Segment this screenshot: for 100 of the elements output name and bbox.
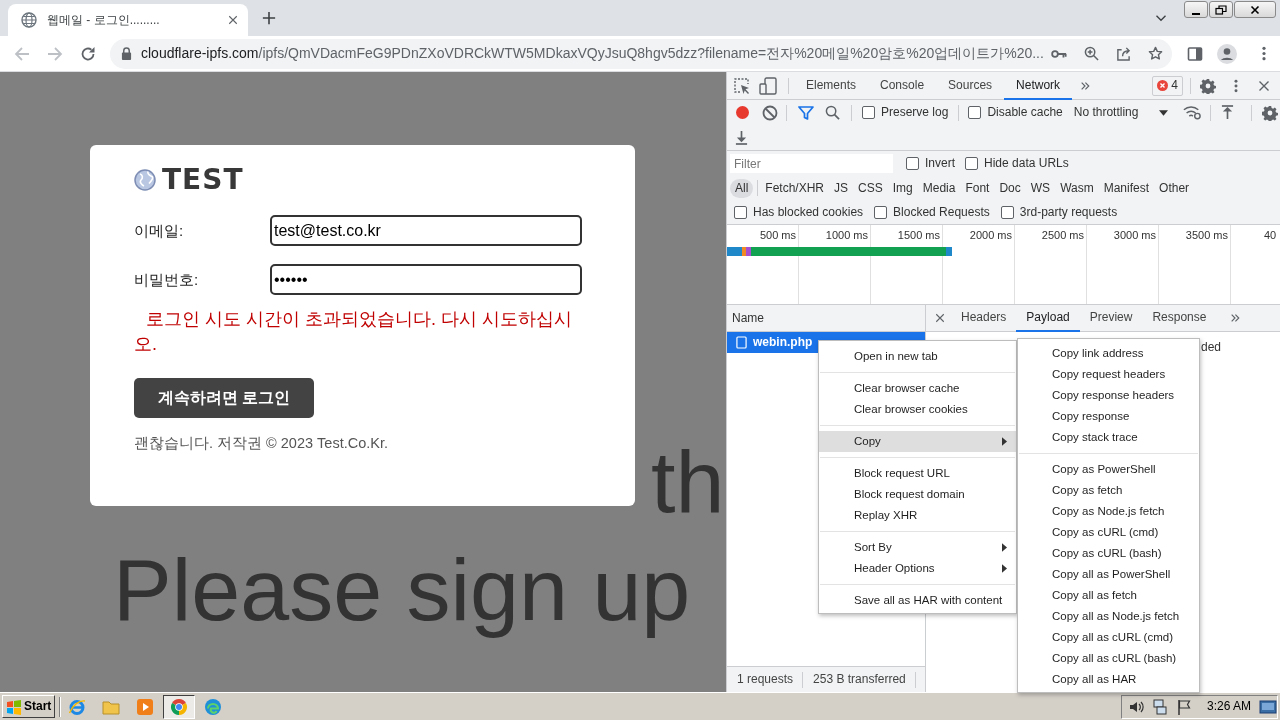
settings-icon[interactable] bbox=[1200, 77, 1216, 94]
menu-item[interactable]: Copy all as cURL (bash) bbox=[1018, 648, 1199, 669]
checkbox-label[interactable]: Hide data URLs bbox=[984, 156, 1069, 171]
checkbox-label[interactable]: Invert bbox=[925, 156, 955, 171]
menu-item[interactable]: Copy as cURL (bash) bbox=[1018, 543, 1199, 564]
checkbox-label[interactable]: 3rd-party requests bbox=[1019, 204, 1118, 220]
login-button[interactable]: 계속하려면 로그인 bbox=[134, 378, 314, 418]
menu-icon[interactable] bbox=[1262, 46, 1266, 61]
type-filter-button[interactable]: Media bbox=[917, 178, 961, 198]
type-filter-button[interactable]: Doc bbox=[994, 178, 1026, 198]
menu-item[interactable]: Copy all as fetch bbox=[1018, 585, 1199, 606]
devtools-tab[interactable]: Sources bbox=[936, 72, 1005, 100]
menu-icon[interactable] bbox=[1234, 78, 1238, 93]
network-icon[interactable] bbox=[1151, 698, 1168, 715]
chevron-down-icon[interactable] bbox=[1155, 14, 1167, 22]
start-button[interactable]: Start bbox=[2, 695, 55, 718]
menu-item[interactable]: Copy all as Node.js fetch bbox=[1018, 606, 1199, 627]
close-icon[interactable] bbox=[228, 15, 238, 25]
more-tabs-icon[interactable] bbox=[1080, 80, 1091, 91]
restore-button[interactable] bbox=[1209, 1, 1233, 18]
menu-item[interactable]: Copy as fetch bbox=[1018, 480, 1199, 501]
menu-item[interactable]: Sort By bbox=[819, 537, 1016, 558]
checkbox-label[interactable]: Disable cache bbox=[987, 105, 1063, 120]
new-tab-icon[interactable] bbox=[262, 11, 276, 25]
detail-tab[interactable]: Response bbox=[1142, 305, 1217, 332]
menu-item[interactable]: Save all as HAR with content bbox=[819, 590, 1016, 611]
menu-item[interactable]: Copy request headers bbox=[1018, 364, 1199, 385]
type-filter-button[interactable]: Font bbox=[960, 178, 995, 198]
menu-item[interactable]: Copy as cURL (cmd) bbox=[1018, 522, 1199, 543]
download-icon[interactable] bbox=[735, 130, 748, 145]
type-filter-button[interactable]: WS bbox=[1025, 178, 1056, 198]
close-icon[interactable] bbox=[1258, 79, 1270, 92]
type-filter-button[interactable]: Img bbox=[887, 178, 918, 198]
zoom-icon[interactable] bbox=[1084, 46, 1099, 61]
type-filter-button[interactable]: Wasm bbox=[1055, 178, 1099, 198]
checkbox[interactable] bbox=[862, 106, 875, 119]
type-filter-button[interactable]: CSS bbox=[853, 178, 888, 198]
menu-item[interactable]: Header Options bbox=[819, 558, 1016, 579]
inspect-icon[interactable] bbox=[733, 76, 751, 95]
menu-item[interactable]: Clear browser cache bbox=[819, 378, 1016, 399]
devtools-tab[interactable]: Elements bbox=[794, 72, 869, 100]
flag-icon[interactable] bbox=[1175, 698, 1192, 715]
menu-item[interactable]: Copy bbox=[819, 431, 1016, 452]
taskbar-button[interactable] bbox=[163, 694, 195, 719]
checkbox-label[interactable]: Preserve log bbox=[881, 105, 949, 120]
record-icon[interactable] bbox=[736, 106, 749, 119]
issues-button[interactable]: 4 bbox=[1152, 75, 1183, 96]
filter-icon[interactable] bbox=[798, 105, 814, 120]
device-toolbar-icon[interactable] bbox=[759, 76, 777, 95]
minimize-button[interactable] bbox=[1184, 1, 1208, 18]
menu-item[interactable]: Copy stack trace bbox=[1018, 427, 1199, 448]
close-icon[interactable] bbox=[935, 313, 945, 323]
menu-item[interactable]: Replay XHR bbox=[819, 505, 1016, 526]
more-tabs-icon[interactable] bbox=[1230, 313, 1241, 323]
menu-item[interactable]: Open in new tab bbox=[819, 346, 1016, 367]
checkbox[interactable] bbox=[874, 205, 888, 219]
type-filter-button[interactable]: Fetch/XHR bbox=[760, 178, 830, 198]
checkbox-label[interactable]: Blocked Requests bbox=[893, 204, 990, 220]
menu-item[interactable]: Clear browser cookies bbox=[819, 399, 1016, 420]
star-icon[interactable] bbox=[1148, 46, 1163, 61]
type-filter-button[interactable]: Manifest bbox=[1098, 178, 1155, 198]
checkbox-label[interactable]: Has blocked cookies bbox=[753, 204, 864, 220]
share-icon[interactable] bbox=[1116, 46, 1131, 61]
network-conditions-icon[interactable] bbox=[1182, 105, 1201, 120]
type-filter-button[interactable]: JS bbox=[829, 178, 854, 198]
settings-icon[interactable] bbox=[1261, 104, 1278, 121]
menu-item[interactable]: Copy all as cURL (cmd) bbox=[1018, 627, 1199, 648]
menu-item[interactable]: Copy response headers bbox=[1018, 385, 1199, 406]
menu-item[interactable]: Block request URL bbox=[819, 463, 1016, 484]
checkbox[interactable] bbox=[968, 106, 982, 119]
avatar-icon[interactable] bbox=[1217, 43, 1237, 64]
devtools-tab[interactable]: Console bbox=[868, 72, 937, 100]
checkbox[interactable] bbox=[965, 157, 978, 170]
menu-item[interactable]: Copy link address bbox=[1018, 343, 1199, 364]
checkbox[interactable] bbox=[734, 205, 747, 219]
type-filter-button[interactable]: All bbox=[730, 178, 754, 198]
browser-tab[interactable]: 웹메일 - 로그인......... bbox=[8, 4, 248, 36]
menu-item[interactable]: Copy as PowerShell bbox=[1018, 459, 1199, 480]
input-field[interactable]: test@test.co.kr bbox=[270, 215, 582, 246]
filter-field[interactable]: Filter bbox=[730, 154, 893, 173]
throttling-select[interactable]: No throttling bbox=[1070, 102, 1171, 123]
side-panel-icon[interactable] bbox=[1187, 45, 1203, 62]
type-filter-button[interactable]: Other bbox=[1154, 178, 1195, 198]
input-field[interactable]: •••••• bbox=[270, 264, 582, 295]
key-icon[interactable] bbox=[1051, 48, 1067, 59]
menu-item[interactable]: Copy all as PowerShell bbox=[1018, 564, 1199, 585]
menu-item[interactable]: Copy all as HAR bbox=[1018, 669, 1199, 690]
menu-item[interactable]: Copy as Node.js fetch bbox=[1018, 501, 1199, 522]
detail-tab[interactable]: Payload bbox=[1016, 305, 1080, 332]
detail-tab[interactable]: Headers bbox=[951, 305, 1017, 332]
close-button[interactable] bbox=[1234, 1, 1276, 18]
show-desktop-icon[interactable] bbox=[1259, 698, 1277, 715]
checkbox[interactable] bbox=[906, 157, 919, 170]
menu-item[interactable]: Block request domain bbox=[819, 484, 1016, 505]
search-icon[interactable] bbox=[825, 105, 840, 120]
menu-item[interactable]: Copy response bbox=[1018, 406, 1199, 427]
checkbox[interactable] bbox=[1000, 205, 1014, 219]
detail-tab[interactable]: Preview bbox=[1079, 305, 1143, 332]
address-bar[interactable]: cloudflare-ipfs.com/ipfs/QmVDacmFeG9PDnZXoVDRCkWTW5MDkaxVQyJsuQ8hgv5dzz?filename=전자%20메일%20암호%20업데이트가%20... bbox=[110, 38, 1172, 69]
clear-icon[interactable] bbox=[762, 104, 778, 121]
